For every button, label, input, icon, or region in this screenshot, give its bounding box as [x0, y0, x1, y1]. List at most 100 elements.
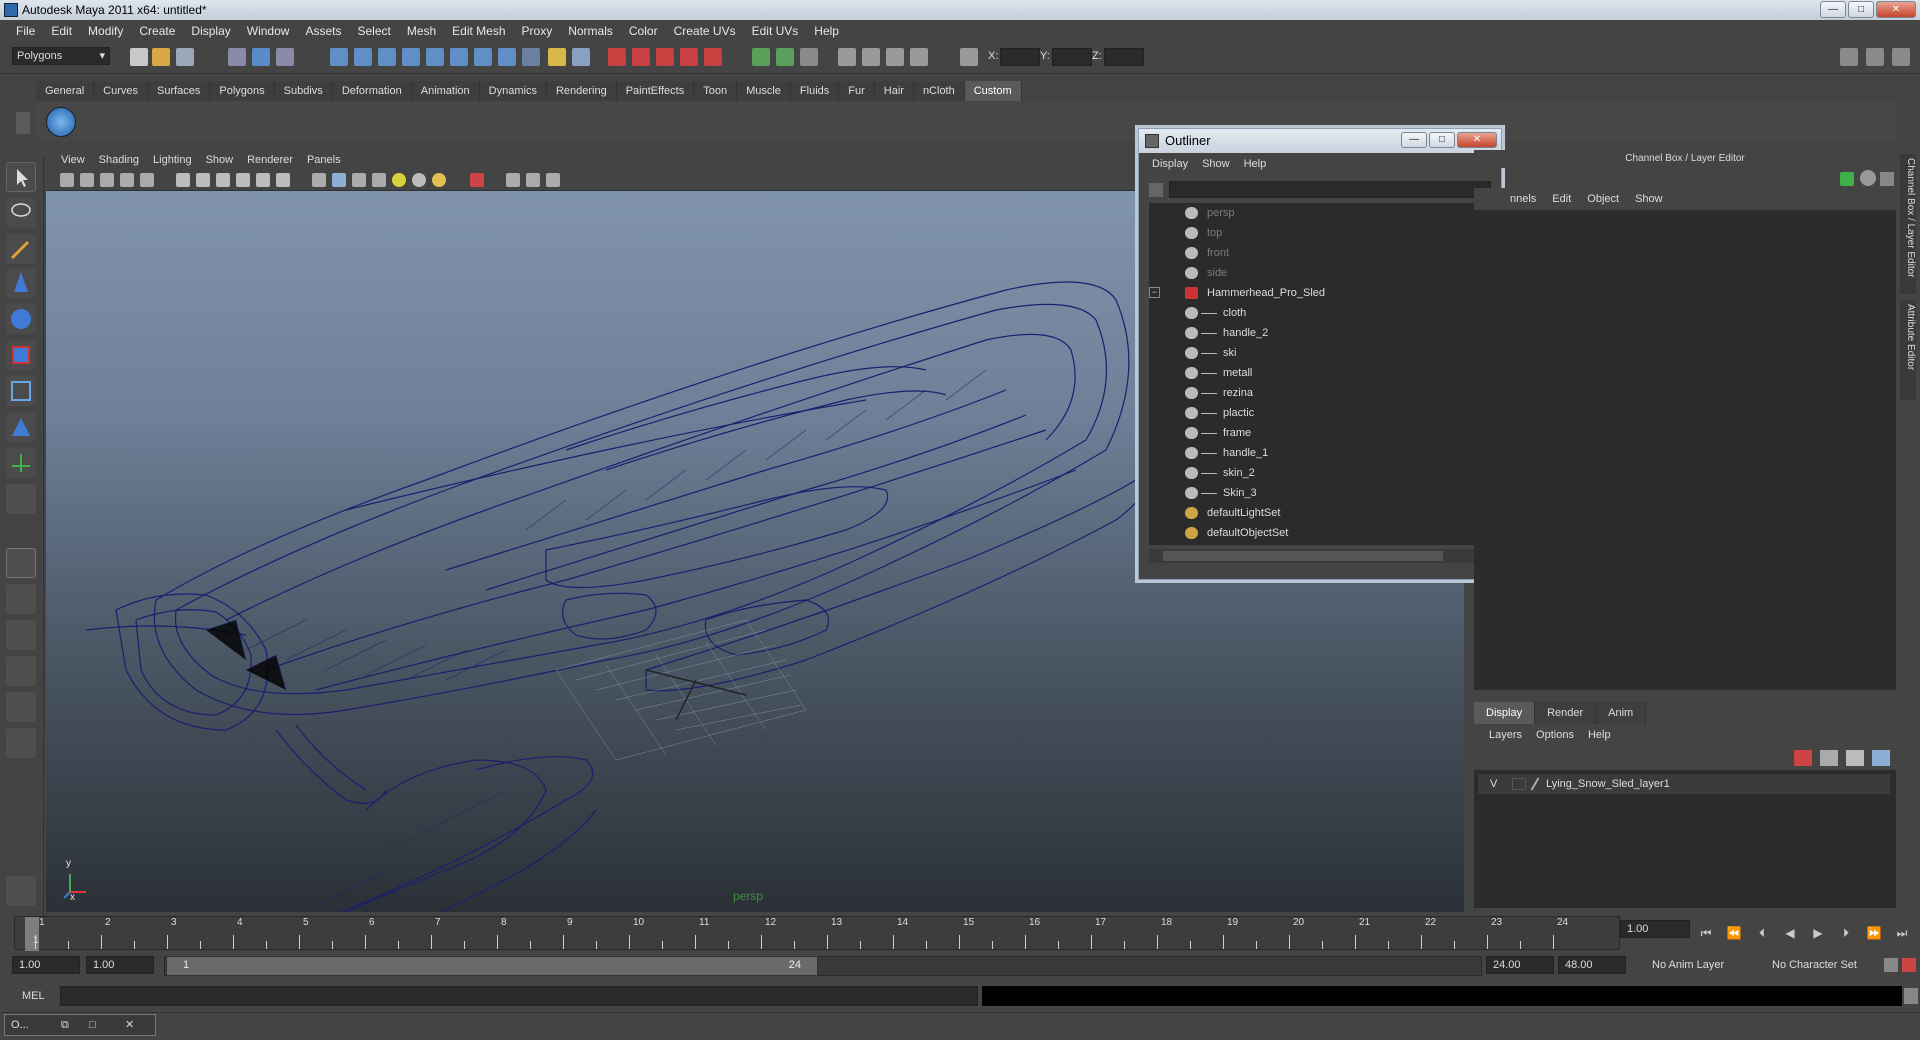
select-joints-icon[interactable]: [354, 48, 372, 66]
outliner-search-input[interactable]: [1169, 181, 1491, 198]
shelf-tab-rendering[interactable]: Rendering: [546, 81, 617, 101]
command-input[interactable]: [60, 986, 978, 1006]
transform-mode-icon[interactable]: [960, 48, 978, 66]
snap-to-point-icon[interactable]: [656, 48, 674, 66]
move-layer-up-icon[interactable]: [1846, 750, 1864, 766]
restore-icon[interactable]: ⧉: [61, 1015, 69, 1035]
channel-box-edit-icon[interactable]: [1880, 172, 1894, 186]
channel-box-toggle-icon[interactable]: [1892, 48, 1910, 66]
hypershade-layout-icon[interactable]: [6, 692, 36, 722]
snap-to-grid-icon[interactable]: [608, 48, 626, 66]
outliner-persp-layout-icon[interactable]: [6, 620, 36, 650]
menu-mesh[interactable]: Mesh: [399, 24, 444, 38]
render-settings-icon[interactable]: [910, 48, 928, 66]
layer-menu-layers[interactable]: Layers: [1482, 729, 1529, 741]
time-slider[interactable]: 1 12345678910111213141516171819202122232…: [14, 916, 1620, 951]
graph-persp-layout-icon[interactable]: [6, 656, 36, 686]
outliner-close-button[interactable]: ✕: [1457, 132, 1497, 148]
outliner-minimize-button[interactable]: —: [1401, 132, 1427, 148]
hud-icon[interactable]: [526, 173, 540, 187]
mel-label[interactable]: MEL: [22, 990, 45, 1002]
menu-display[interactable]: Display: [183, 24, 238, 38]
scale-tool-icon[interactable]: [6, 340, 36, 370]
go-to-end-button[interactable]: ⏭: [1890, 923, 1914, 943]
outliner-item[interactable]: − Hammerhead_Pro_Sled: [1149, 283, 1475, 303]
channel-box-menu-object[interactable]: Object: [1579, 193, 1627, 205]
play-backwards-button[interactable]: ◀: [1778, 923, 1802, 943]
outliner-horizontal-scrollbar[interactable]: [1149, 549, 1479, 563]
outliner-item[interactable]: skin_2: [1149, 463, 1475, 483]
outliner-item[interactable]: handle_1: [1149, 443, 1475, 463]
range-slider-bar[interactable]: 1 24: [166, 956, 818, 976]
safe-action-icon[interactable]: [216, 173, 230, 187]
step-back-key-button[interactable]: ⏪: [1722, 923, 1746, 943]
outliner-menu-display[interactable]: Display: [1145, 158, 1195, 170]
shelf-tab-dynamics[interactable]: Dynamics: [479, 81, 547, 101]
shelf-tab-surfaces[interactable]: Surfaces: [147, 81, 211, 101]
xray-icon[interactable]: [276, 173, 290, 187]
outliner-item[interactable]: ski: [1149, 343, 1475, 363]
shelf-tab-custom[interactable]: Custom: [964, 81, 1022, 101]
shelf-tab-general[interactable]: General: [36, 81, 95, 101]
move-layer-down-icon[interactable]: [1872, 750, 1890, 766]
outliner-item[interactable]: defaultObjectSet: [1149, 523, 1475, 543]
universal-manipulator-icon[interactable]: [6, 376, 36, 406]
maximize-button[interactable]: □: [1848, 1, 1874, 18]
select-dynamics-icon[interactable]: [450, 48, 468, 66]
start-time-field[interactable]: 1.00: [12, 956, 80, 974]
layer-playback-toggle[interactable]: [1512, 778, 1526, 790]
outliner-maximize-button[interactable]: □: [1429, 132, 1455, 148]
outliner-item[interactable]: persp: [1149, 203, 1475, 223]
layer-menu-help[interactable]: Help: [1581, 729, 1618, 741]
four-view-layout-icon[interactable]: [6, 584, 36, 614]
ipr-render-icon[interactable]: [886, 48, 904, 66]
outliner-item[interactable]: handle_2: [1149, 323, 1475, 343]
select-rendering-icon[interactable]: [474, 48, 492, 66]
output-history-icon[interactable]: [776, 48, 794, 66]
menu-assets[interactable]: Assets: [297, 24, 349, 38]
menu-edit-uvs[interactable]: Edit UVs: [744, 24, 807, 38]
save-scene-icon[interactable]: [176, 48, 194, 66]
viewport-menu-lighting[interactable]: Lighting: [146, 154, 199, 166]
close-icon[interactable]: ✕: [125, 1015, 134, 1035]
shelf-tab-subdivs[interactable]: Subdivs: [274, 81, 333, 101]
channel-box-menu-show[interactable]: Show: [1627, 193, 1671, 205]
show-manipulator-icon[interactable]: [6, 448, 36, 478]
camera-view-icon[interactable]: [506, 173, 520, 187]
custom-layout-icon[interactable]: [6, 728, 36, 758]
outliner-filter-icon[interactable]: [1149, 183, 1163, 197]
checkmark-shelf-icon[interactable]: [46, 107, 76, 137]
shelf-tab-animation[interactable]: Animation: [411, 81, 480, 101]
lasso-tool-icon[interactable]: [6, 198, 36, 228]
end-time-field[interactable]: 48.00: [1558, 956, 1626, 974]
outliner-item[interactable]: top: [1149, 223, 1475, 243]
shelf-tab-curves[interactable]: Curves: [94, 81, 148, 101]
outliner-menu-help[interactable]: Help: [1237, 158, 1274, 170]
shelf-tab-fluids[interactable]: Fluids: [790, 81, 840, 101]
menu-normals[interactable]: Normals: [560, 24, 621, 38]
menu-color[interactable]: Color: [621, 24, 666, 38]
resolution-gate-icon[interactable]: [140, 173, 154, 187]
select-by-hierarchy-icon[interactable]: [228, 48, 246, 66]
film-gate-icon[interactable]: [196, 173, 210, 187]
construction-history-icon[interactable]: [800, 48, 818, 66]
step-back-frame-button[interactable]: ⏴: [1750, 923, 1774, 943]
select-handles-icon[interactable]: [330, 48, 348, 66]
menu-edit-mesh[interactable]: Edit Mesh: [444, 24, 513, 38]
outliner-item[interactable]: cloth: [1149, 303, 1475, 323]
input-history-icon[interactable]: [752, 48, 770, 66]
channel-box-lock-icon[interactable]: [1860, 170, 1876, 186]
layer-row[interactable]: V Lying_Snow_Sled_layer1: [1478, 774, 1890, 794]
tool-settings-toggle-icon[interactable]: [1866, 48, 1884, 66]
playback-end-field[interactable]: 24.00: [1486, 956, 1554, 974]
minimize-button[interactable]: —: [1820, 1, 1846, 18]
outliner-item[interactable]: metall: [1149, 363, 1475, 383]
outliner-item[interactable]: frame: [1149, 423, 1475, 443]
play-forwards-button[interactable]: ▶: [1806, 923, 1830, 943]
select-curves-icon[interactable]: [378, 48, 396, 66]
menu-edit[interactable]: Edit: [43, 24, 80, 38]
single-perspective-layout-icon[interactable]: [6, 548, 36, 578]
step-forward-key-button[interactable]: ⏩: [1862, 923, 1886, 943]
render-view-icon[interactable]: [838, 48, 856, 66]
playback-start-field[interactable]: 1.00: [86, 956, 154, 974]
